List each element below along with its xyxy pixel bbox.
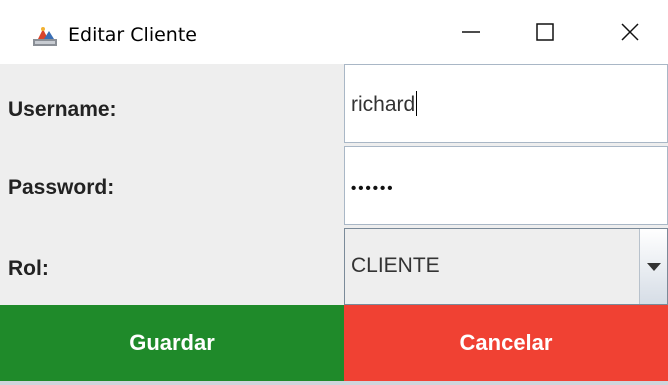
rol-select[interactable]: CLIENTE xyxy=(344,228,668,305)
save-button[interactable]: Guardar xyxy=(0,305,344,381)
minimize-button[interactable] xyxy=(439,0,503,64)
minimize-icon xyxy=(460,21,482,43)
edit-client-form: Username: richard Password: •••••• Rol: … xyxy=(0,64,668,305)
text-caret xyxy=(416,91,418,116)
username-label: Username: xyxy=(8,98,117,121)
password-label: Password: xyxy=(8,176,115,199)
password-mask: •••••• xyxy=(351,180,395,197)
window-title: Editar Cliente xyxy=(68,24,197,46)
java-app-icon xyxy=(32,25,58,47)
maximize-icon xyxy=(534,21,556,43)
dropdown-arrow-button[interactable] xyxy=(639,229,667,304)
title-bar: Editar Cliente xyxy=(0,0,668,64)
chevron-down-icon xyxy=(646,258,661,276)
close-button[interactable] xyxy=(598,0,662,64)
username-value-wrap: richard xyxy=(351,91,418,117)
username-value: richard xyxy=(351,93,416,116)
cancel-button[interactable]: Cancelar xyxy=(344,305,668,381)
maximize-button[interactable] xyxy=(513,0,577,64)
password-field[interactable]: •••••• xyxy=(344,146,668,225)
rol-selected-value: CLIENTE xyxy=(351,254,440,277)
username-field[interactable]: richard xyxy=(344,64,668,143)
rol-label: Rol: xyxy=(8,257,49,280)
close-icon xyxy=(619,21,641,43)
window-bottom-edge xyxy=(0,381,668,385)
